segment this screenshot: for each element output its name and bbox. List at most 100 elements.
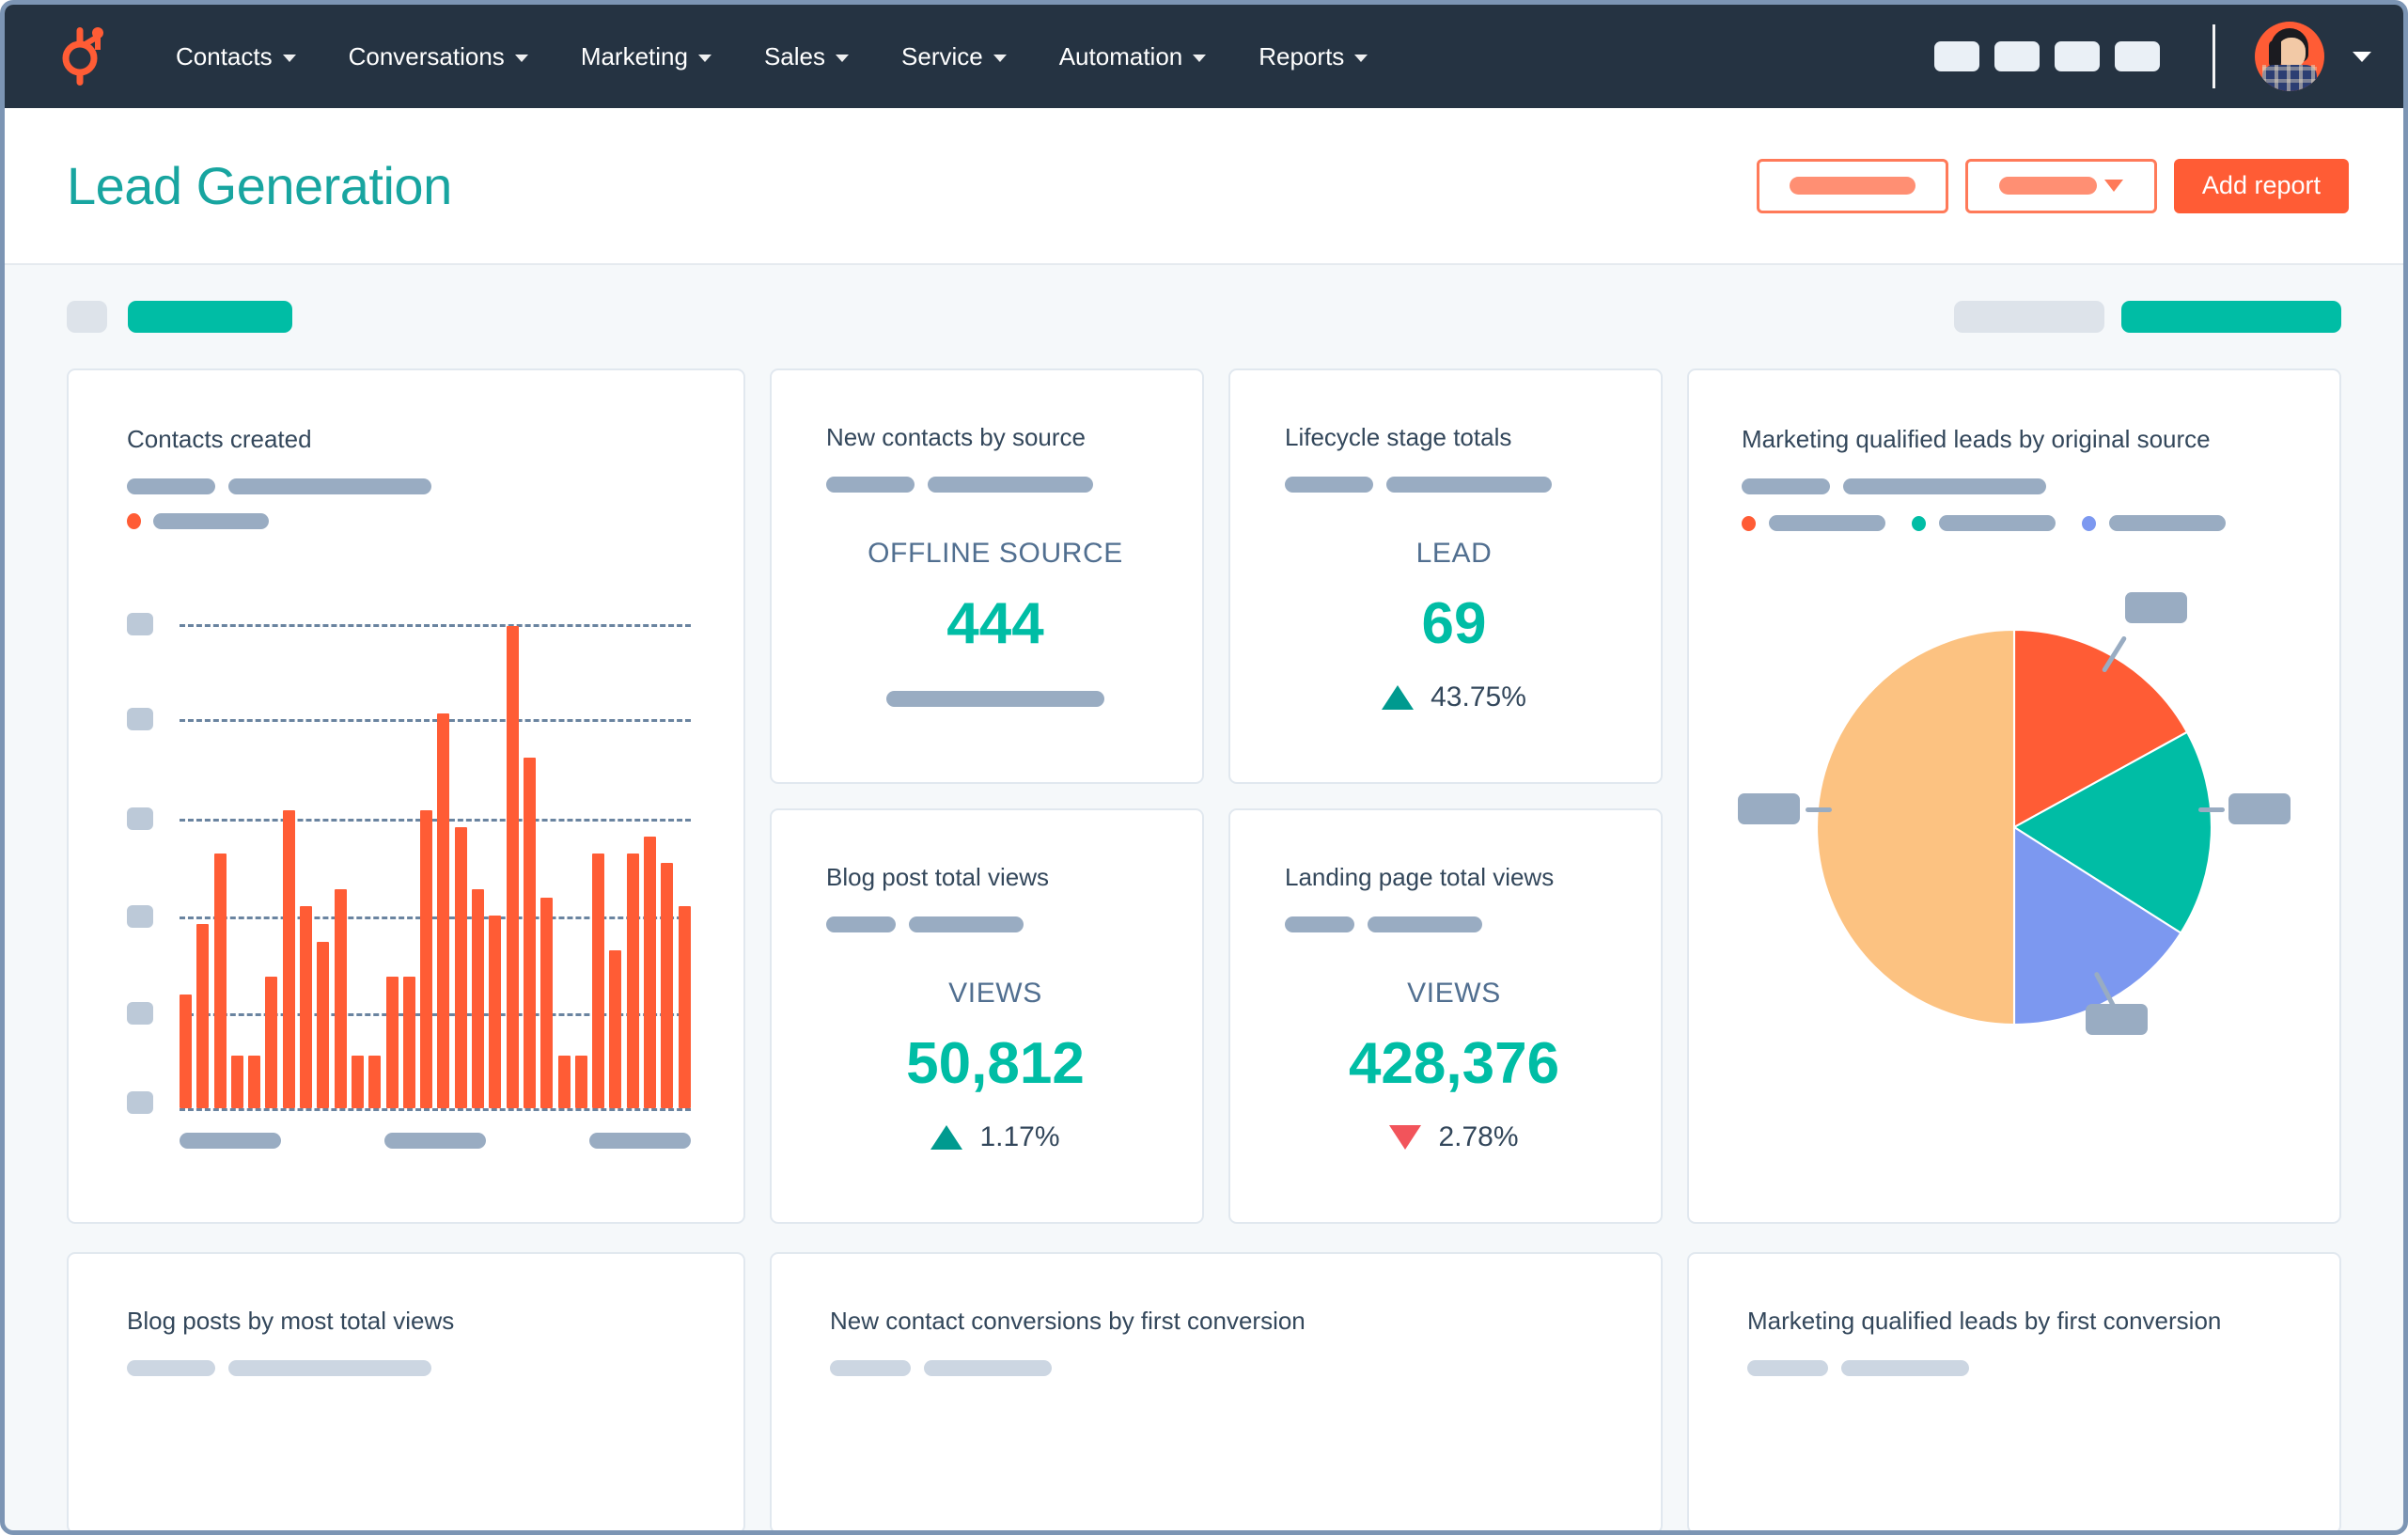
kpi-delta-value: 1.17% <box>979 1121 1060 1152</box>
header-dropdown-button[interactable] <box>1964 158 2157 213</box>
bar[interactable] <box>661 862 674 1108</box>
legend-dot-icon <box>127 513 141 529</box>
y-axis-tick-placeholder <box>127 707 153 730</box>
filter-chip-right-2[interactable] <box>2121 301 2341 333</box>
card-landing-page-total-views[interactable]: Landing page total views VIEWS 428,376 2… <box>1228 808 1663 1224</box>
nav-item-service[interactable]: Service <box>875 33 1033 81</box>
bar-chart-plot-area <box>180 582 691 1111</box>
nav-action-placeholder-1[interactable] <box>1934 41 1979 71</box>
bar[interactable] <box>248 1056 261 1108</box>
kpi-unit-label: LEAD <box>1415 538 1493 569</box>
filter-chip-left-1[interactable] <box>67 301 107 333</box>
nav-item-label: Automation <box>1058 41 1183 70</box>
skeleton-chip <box>826 477 915 493</box>
card-contacts-created[interactable]: Contacts created <box>67 368 745 1224</box>
bar[interactable] <box>334 888 347 1108</box>
bar[interactable] <box>317 941 330 1108</box>
nav-divider <box>2213 24 2215 88</box>
y-axis-ticks <box>127 582 159 1115</box>
bar-series <box>180 582 691 1108</box>
bar[interactable] <box>523 757 536 1108</box>
header-actions: Add report <box>1756 158 2349 213</box>
nav-item-conversations[interactable]: Conversations <box>322 33 555 81</box>
card-new-contacts-by-source[interactable]: New contacts by source OFFLINE SOURCE 44… <box>770 368 1204 784</box>
bar[interactable] <box>282 809 295 1108</box>
pie-chart-area <box>1689 592 2339 1222</box>
nav-item-label: Reports <box>1259 41 1345 70</box>
chevron-down-icon <box>836 55 850 62</box>
card-mql-by-original-source[interactable]: Marketing qualified leads by original so… <box>1687 368 2341 1224</box>
nav-item-reports[interactable]: Reports <box>1232 33 1394 81</box>
bar[interactable] <box>540 898 554 1108</box>
bar[interactable] <box>644 836 657 1108</box>
axis-baseline <box>180 1108 691 1111</box>
kpi-delta: 2.78% <box>1285 1121 1623 1153</box>
bar[interactable] <box>300 906 313 1108</box>
card-new-contact-conversions[interactable]: New contact conversions by first convers… <box>770 1252 1663 1530</box>
dashboard-grid-row-1: Contacts created New contacts by source … <box>67 368 2341 1224</box>
bar[interactable] <box>506 625 519 1108</box>
card-title: Blog posts by most total views <box>127 1307 455 1335</box>
card-subtitle-placeholders <box>1285 916 1623 932</box>
card-blog-posts-by-most-total-views[interactable]: Blog posts by most total views <box>67 1252 745 1530</box>
hubspot-logo[interactable] <box>59 27 110 86</box>
bar[interactable] <box>609 950 622 1108</box>
bar[interactable] <box>574 1056 587 1108</box>
card-lifecycle-stage-totals[interactable]: Lifecycle stage totals LEAD 69 43.75% <box>1228 368 1663 784</box>
nav-action-placeholder-3[interactable] <box>2055 41 2100 71</box>
bar[interactable] <box>626 854 639 1108</box>
pie-legend <box>1742 515 2339 531</box>
header-ghost-button[interactable] <box>1756 158 1948 213</box>
pie-leader-line <box>1806 807 1832 812</box>
skeleton-chip <box>909 916 1024 932</box>
card-mql-by-first-conversion[interactable]: Marketing qualified leads by first conve… <box>1687 1252 2341 1530</box>
pie-slice-label-placeholder <box>1738 793 1800 824</box>
card-blog-post-total-views[interactable]: Blog post total views VIEWS 50,812 1.17% <box>770 808 1204 1224</box>
bar-chart-contacts-created[interactable] <box>127 582 691 1115</box>
nav-item-label: Conversations <box>348 41 505 70</box>
bar[interactable] <box>213 854 227 1108</box>
skeleton-chip <box>1747 1360 1828 1376</box>
bar[interactable] <box>437 713 450 1108</box>
nav-item-sales[interactable]: Sales <box>738 33 875 81</box>
bar[interactable] <box>402 977 415 1108</box>
bar[interactable] <box>678 906 691 1108</box>
bar[interactable] <box>454 827 467 1108</box>
nav-links: Contacts Conversations Marketing Sales S… <box>149 33 1394 81</box>
add-report-button[interactable]: Add report <box>2173 158 2349 213</box>
bar[interactable] <box>420 809 433 1108</box>
card-title: Marketing qualified leads by first conve… <box>1747 1307 2222 1335</box>
pie-slice[interactable] <box>1817 630 2016 1025</box>
page-header: Lead Generation Add report <box>5 108 2403 265</box>
bar[interactable] <box>180 994 192 1108</box>
legend-label-placeholder <box>1939 515 2056 531</box>
nav-item-automation[interactable]: Automation <box>1033 33 1233 81</box>
bar[interactable] <box>230 1056 243 1108</box>
nav-item-marketing[interactable]: Marketing <box>555 33 738 81</box>
filter-chip-right-1[interactable] <box>1954 301 2104 333</box>
nav-item-contacts[interactable]: Contacts <box>149 33 322 81</box>
bar[interactable] <box>351 1056 364 1108</box>
avatar-plaid-pattern <box>2262 65 2317 91</box>
kpi-value: 69 <box>1421 591 1487 656</box>
card-subtitle-placeholders <box>127 1360 743 1376</box>
bar[interactable] <box>265 977 278 1108</box>
kpi-delta: 1.17% <box>826 1121 1165 1153</box>
bar[interactable] <box>489 915 502 1108</box>
nav-action-placeholder-4[interactable] <box>2115 41 2160 71</box>
nav-action-placeholder-2[interactable] <box>1994 41 2040 71</box>
bar[interactable] <box>472 888 485 1108</box>
column-pie-chart: Marketing qualified leads by original so… <box>1687 368 2341 1224</box>
filter-chip-left-2[interactable] <box>128 301 292 333</box>
account-chevron-down-icon[interactable] <box>2353 51 2371 62</box>
card-title: Blog post total views <box>826 863 1050 891</box>
bar[interactable] <box>385 977 399 1108</box>
bar[interactable] <box>592 854 605 1108</box>
bar[interactable] <box>557 1056 571 1108</box>
kpi-value: 444 <box>946 591 1044 656</box>
bar[interactable] <box>368 1056 382 1108</box>
bar[interactable] <box>196 924 210 1108</box>
skeleton-chip <box>1843 478 2046 494</box>
avatar[interactable] <box>2255 22 2324 91</box>
pie-chart[interactable] <box>1817 630 2212 1025</box>
